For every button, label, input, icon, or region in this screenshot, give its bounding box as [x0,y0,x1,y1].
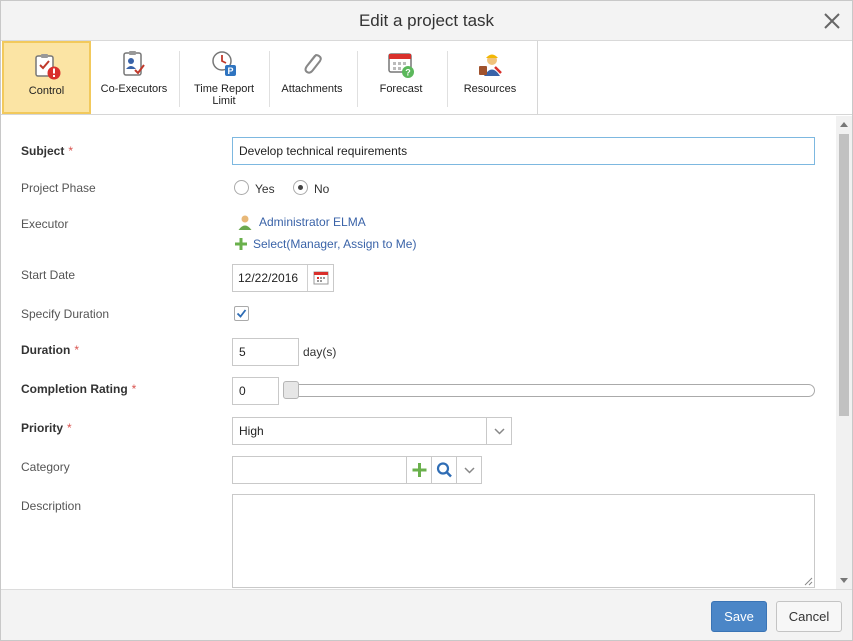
project-phase-label: Project Phase [21,181,96,195]
tab-resources-label: Resources [463,83,517,95]
tab-time-report-limit[interactable]: P Time Report Limit [180,41,268,114]
project-phase-yes-label: Yes [255,182,275,196]
paperclip-icon [297,49,327,79]
project-phase-yes-radio[interactable] [234,180,249,195]
scroll-up-arrow-icon[interactable] [840,122,848,127]
svg-text:P: P [227,66,233,76]
specify-duration-label: Specify Duration [21,307,110,321]
task-control-icon [32,51,62,81]
tab-attachments[interactable]: Attachments [270,41,354,114]
task-toolbar: Control Co-Executors P Time Report Limit… [1,41,852,115]
tab-time-report-limit-label: Time Report Limit [193,83,255,107]
executor-manager-link[interactable]: Manager [290,237,337,251]
executor-label: Executor [21,217,69,231]
search-icon[interactable] [431,457,456,483]
close-icon[interactable] [818,7,846,35]
scroll-down-arrow-icon[interactable] [840,578,848,583]
user-icon [237,214,253,233]
calendar-forecast-icon: ? [386,49,416,79]
svg-text:?: ? [405,68,411,78]
completion-rating-slider[interactable] [283,384,815,397]
priority-select[interactable]: High [232,417,512,445]
priority-label: Priority * [21,421,72,435]
edit-task-dialog: Edit a project task Control Co-Executors… [0,0,853,641]
tab-co-executors[interactable]: Co-Executors [91,41,177,114]
priority-value: High [239,424,264,438]
project-phase-no-label: No [314,182,330,196]
add-category-plus-icon[interactable] [406,457,431,483]
project-phase-no-radio[interactable] [293,180,308,195]
specify-duration-checkbox[interactable] [234,306,249,321]
checkmark-icon [236,309,247,318]
completion-rating-input[interactable]: 0 [232,377,279,405]
save-button[interactable]: Save [711,601,767,632]
category-field[interactable] [232,456,482,484]
dialog-footer: Save Cancel [1,589,852,640]
start-date-label: Start Date [21,268,76,282]
tab-control-label: Control [28,85,65,97]
tab-co-executors-label: Co-Executors [100,83,168,95]
duration-unit: day(s) [303,345,337,359]
cancel-button[interactable]: Cancel [776,601,842,632]
calendar-icon[interactable] [307,265,333,291]
task-form: Subject * Develop technical requirements … [1,116,835,589]
dialog-titlebar: Edit a project task [1,1,852,41]
chevron-down-icon[interactable] [486,418,511,444]
scroll-thumb[interactable] [839,134,849,416]
tab-resources[interactable]: Resources [448,41,532,114]
executor-select-row: Select(Manager, Assign to Me) [253,237,417,251]
dialog-title: Edit a project task [358,11,495,30]
category-chevron-down-icon[interactable] [456,457,481,483]
executor-user-link[interactable]: Administrator ELMA [259,215,366,229]
completion-rating-label: Completion Rating * [21,382,137,396]
subject-input[interactable]: Develop technical requirements [232,137,815,165]
tab-control[interactable]: Control [2,41,91,114]
plus-icon [234,237,248,254]
duration-label: Duration * [21,343,80,357]
time-report-limit-icon: P [209,49,239,79]
resources-worker-icon [475,49,505,79]
executor-assign-to-me-link[interactable]: Assign to Me [343,237,412,251]
resize-handle-icon[interactable] [803,576,813,586]
form-scrollbar[interactable] [836,116,852,589]
duration-input[interactable]: 5 [232,338,299,366]
description-textarea[interactable] [232,494,815,588]
co-executors-icon [119,49,149,79]
description-label: Description [21,499,82,513]
tab-attachments-label: Attachments [281,83,343,95]
completion-rating-slider-handle[interactable] [283,381,299,399]
category-label: Category [21,460,70,474]
executor-select-link[interactable]: Select [253,237,286,251]
tab-forecast-label: Forecast [379,83,423,95]
subject-label: Subject * [21,144,74,158]
tab-forecast[interactable]: ? Forecast [358,41,444,114]
